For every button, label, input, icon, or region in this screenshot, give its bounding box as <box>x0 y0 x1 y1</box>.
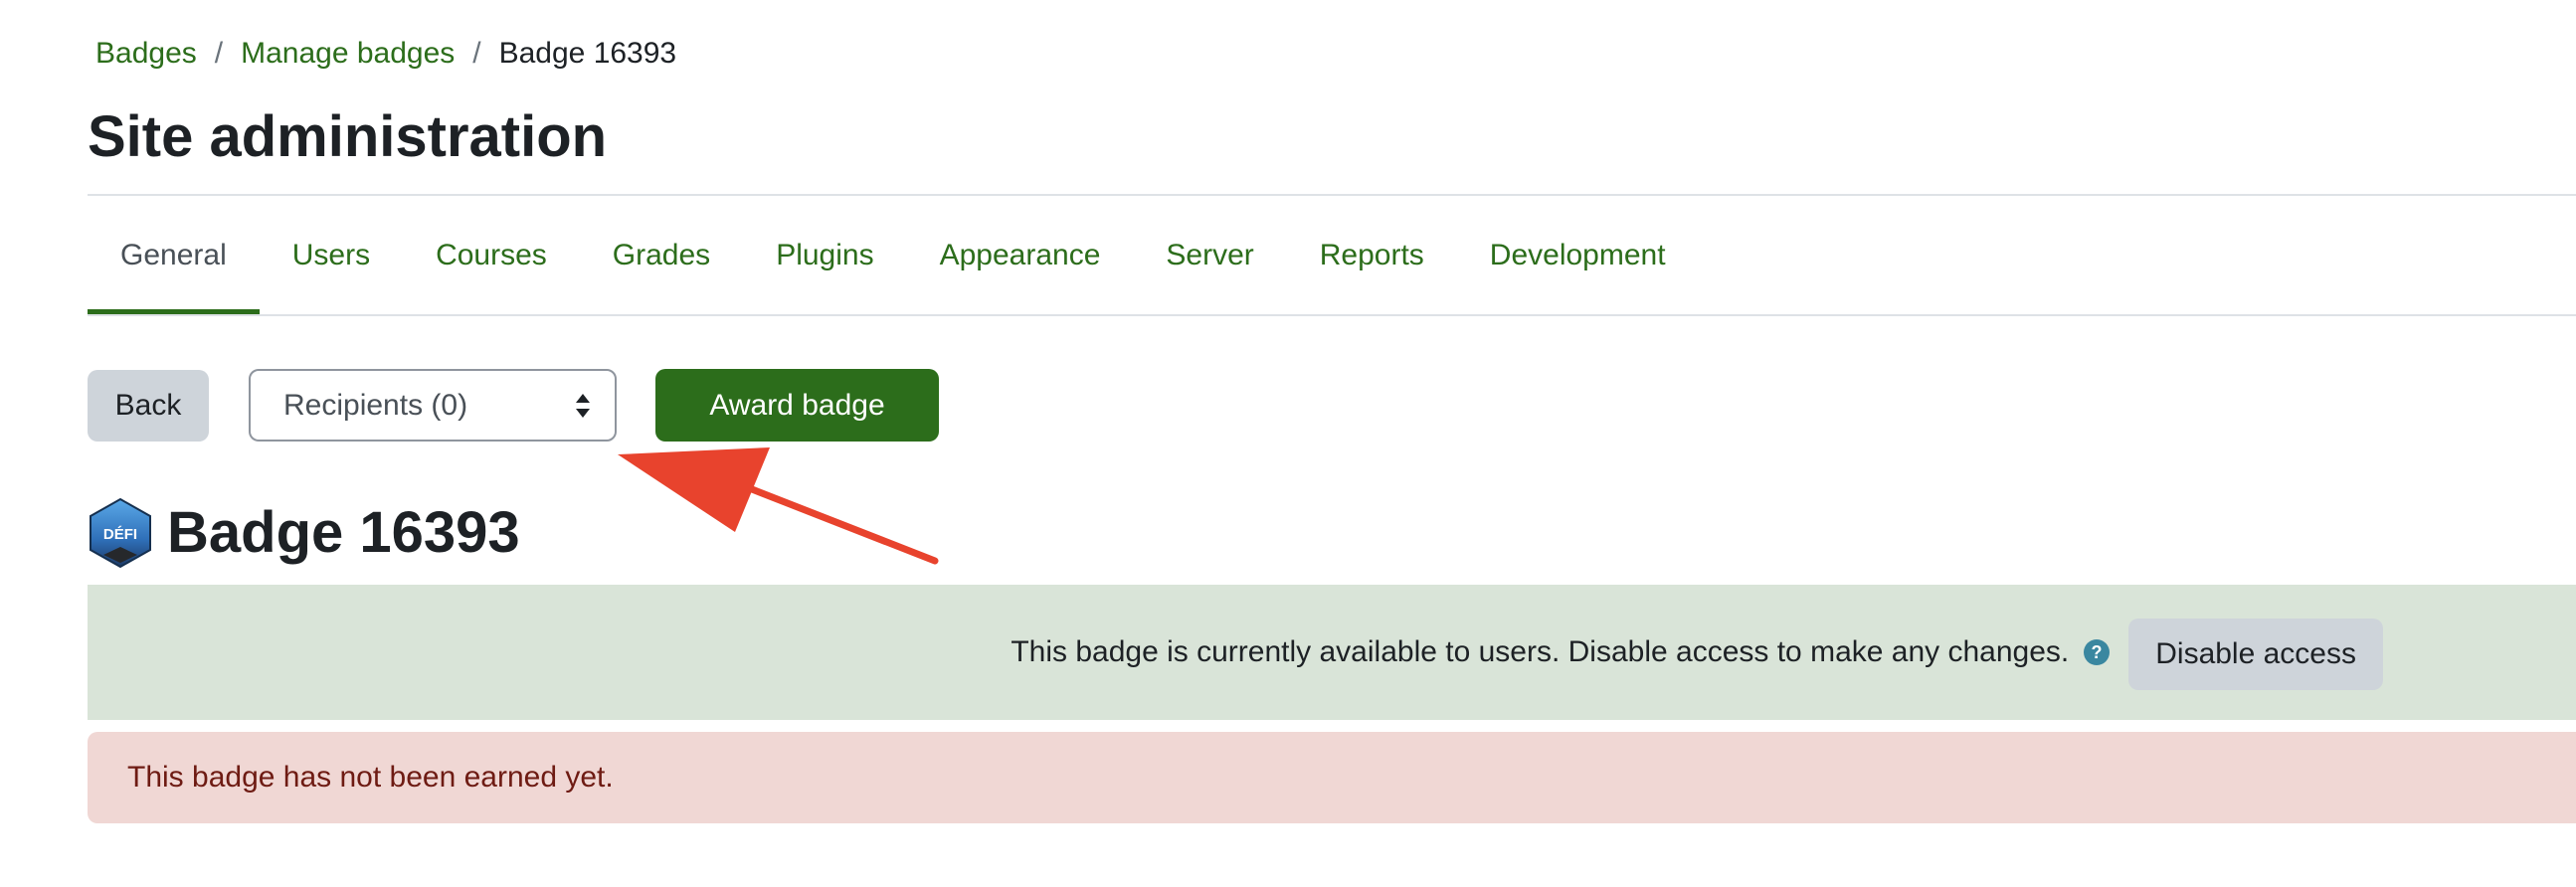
question-circle-icon[interactable]: ? <box>2083 638 2111 666</box>
svg-text:?: ? <box>2092 642 2103 662</box>
recipients-select[interactable]: Recipients (0) <box>249 369 617 442</box>
breadcrumb-link-manage-badges[interactable]: Manage badges <box>241 34 455 74</box>
badge-status-box: This badge is currently available to use… <box>88 585 2576 720</box>
admin-tabs: General Users Courses Grades Plugins App… <box>88 196 1699 315</box>
tab-courses[interactable]: Courses <box>403 196 580 315</box>
badge-heading: DÉFI Badge 16393 <box>88 493 520 573</box>
tabs-divider <box>88 314 2576 316</box>
award-badge-button[interactable]: Award badge <box>655 369 939 442</box>
recipients-select-value: Recipients (0) <box>283 388 468 422</box>
tab-development[interactable]: Development <box>1457 196 1699 315</box>
page-title: Site administration <box>88 104 608 169</box>
badge-status-content: This badge is currently available to use… <box>1011 585 2383 720</box>
sort-caret-icon <box>576 393 590 418</box>
breadcrumb: Badges / Manage badges / Badge 16393 <box>95 34 676 74</box>
tab-grades[interactable]: Grades <box>580 196 743 315</box>
page: Badges / Manage badges / Badge 16393 Sit… <box>88 0 2576 887</box>
tab-general[interactable]: General <box>88 196 260 315</box>
not-earned-alert: This badge has not been earned yet. <box>88 732 2576 823</box>
breadcrumb-link-badges[interactable]: Badges <box>95 34 197 74</box>
back-button[interactable]: Back <box>88 370 209 442</box>
badge-logo-text: DÉFI <box>103 526 137 543</box>
badge-title: Badge 16393 <box>167 500 520 565</box>
tab-server[interactable]: Server <box>1133 196 1286 315</box>
tab-plugins[interactable]: Plugins <box>743 196 906 315</box>
tab-reports[interactable]: Reports <box>1287 196 1457 315</box>
breadcrumb-separator: / <box>472 37 481 70</box>
badge-status-text: This badge is currently available to use… <box>1011 635 2070 668</box>
tab-users[interactable]: Users <box>260 196 403 315</box>
breadcrumb-separator: / <box>214 37 224 70</box>
badge-image: DÉFI <box>90 497 151 569</box>
tab-appearance[interactable]: Appearance <box>907 196 1134 315</box>
disable-access-button[interactable]: Disable access <box>2128 619 2383 690</box>
breadcrumb-current: Badge 16393 <box>498 37 677 70</box>
